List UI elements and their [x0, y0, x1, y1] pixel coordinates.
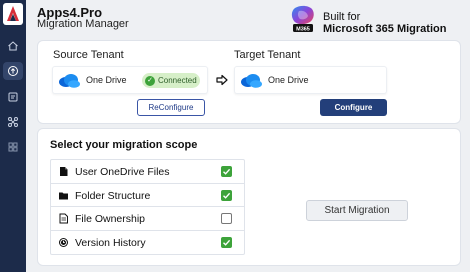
- scope-item-label: Folder Structure: [75, 189, 151, 202]
- checkbox-checked[interactable]: [221, 166, 232, 177]
- history-icon: [59, 237, 68, 247]
- sidebar-item-reports[interactable]: [3, 88, 23, 106]
- sidebar-item-apps[interactable]: [3, 138, 23, 156]
- source-service-name: One Drive: [86, 75, 127, 85]
- onedrive-icon: [241, 74, 262, 88]
- configure-button[interactable]: Configure: [320, 99, 387, 116]
- scope-title: Select your migration scope: [50, 139, 198, 151]
- file-icon: [60, 167, 68, 176]
- connected-status-badge: ✓ Connected: [142, 73, 200, 88]
- checkbox-checked[interactable]: [221, 189, 232, 201]
- apps4pro-logo-icon: [3, 3, 23, 25]
- report-icon: [8, 92, 18, 102]
- scope-item-label: User OneDrive Files: [75, 166, 170, 178]
- app-subtitle: Migration Manager: [37, 18, 129, 30]
- sidebar-item-home[interactable]: [3, 37, 23, 55]
- scope-list: User OneDrive Files Folder Structure Fil…: [50, 159, 245, 255]
- connections-icon: [8, 117, 18, 127]
- sidebar-item-migration[interactable]: [3, 62, 23, 80]
- folder-icon: [59, 192, 68, 199]
- checkbox-checked[interactable]: [221, 236, 232, 248]
- badge-line1: Built for: [323, 11, 361, 23]
- target-tenant-label: Target Tenant: [234, 49, 301, 61]
- sidebar: [0, 0, 26, 272]
- badge-line2: Microsoft 365 Migration: [323, 23, 447, 35]
- scope-item-folder-structure[interactable]: Folder Structure: [51, 184, 244, 207]
- scope-item-file-ownership[interactable]: File Ownership: [51, 207, 244, 231]
- connected-status-text: Connected: [158, 76, 197, 85]
- microsoft-365-icon: M365: [291, 5, 314, 33]
- home-icon: [8, 41, 18, 51]
- start-migration-button[interactable]: Start Migration: [306, 200, 408, 221]
- reconfigure-button[interactable]: ReConfigure: [137, 99, 205, 116]
- cloud-upload-icon: [8, 66, 18, 76]
- migration-scope-card: Select your migration scope User OneDriv…: [37, 128, 461, 266]
- grid-icon: [8, 142, 18, 152]
- check-circle-icon: ✓: [145, 75, 155, 86]
- tenant-card: Source Tenant One Drive ✓ Connected Targ…: [37, 40, 461, 124]
- scope-item-user-onedrive-files[interactable]: User OneDrive Files: [51, 160, 244, 184]
- svg-text:M365: M365: [296, 27, 310, 33]
- scope-item-version-history[interactable]: Version History: [51, 231, 244, 255]
- onedrive-icon: [59, 74, 80, 88]
- scope-item-label: Version History: [75, 236, 146, 249]
- source-tenant-box: One Drive ✓ Connected: [52, 66, 208, 94]
- target-service-name: One Drive: [268, 75, 309, 85]
- document-owner-icon: [59, 213, 68, 224]
- checkbox-unchecked[interactable]: [221, 213, 232, 224]
- sidebar-item-connections[interactable]: [3, 113, 23, 131]
- source-tenant-label: Source Tenant: [53, 49, 124, 61]
- arrow-right-icon: [216, 74, 228, 86]
- target-tenant-box: One Drive: [234, 66, 387, 94]
- scope-item-label: File Ownership: [75, 213, 146, 225]
